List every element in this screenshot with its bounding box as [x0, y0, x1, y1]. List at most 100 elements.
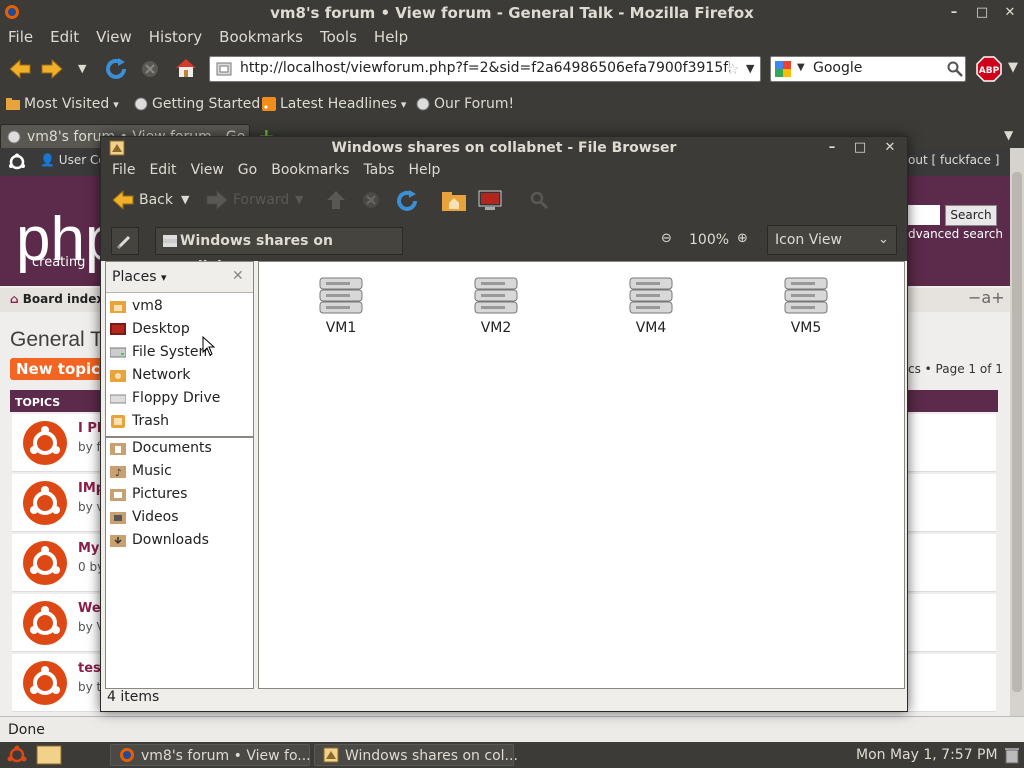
- search-bar[interactable]: ▼ Google: [770, 56, 966, 82]
- bookmark-star-icon[interactable]: ☆: [726, 60, 739, 78]
- menu-bookmarks[interactable]: Bookmarks: [219, 28, 303, 46]
- sidebar-item-documents[interactable]: Documents: [110, 440, 212, 456]
- font-size-control[interactable]: −a+: [968, 288, 1005, 307]
- menu-edit[interactable]: Edit: [149, 162, 176, 178]
- network-share-icon: [784, 277, 828, 314]
- menu-history[interactable]: History: [149, 28, 202, 46]
- places-dropdown[interactable]: Places ▾: [112, 269, 167, 285]
- menu-tools[interactable]: Tools: [320, 28, 357, 46]
- topic-title[interactable]: We: [78, 601, 101, 616]
- pictures-folder-icon: [110, 489, 126, 501]
- sidebar-item-downloads[interactable]: Downloads: [110, 532, 209, 548]
- forward-icon[interactable]: [40, 58, 64, 80]
- zoom-out-icon[interactable]: ⊖: [661, 231, 672, 246]
- search-icon[interactable]: [947, 61, 963, 77]
- back-icon: [112, 189, 134, 211]
- menu-edit[interactable]: Edit: [50, 28, 79, 46]
- menu-help[interactable]: Help: [408, 162, 440, 178]
- sidebar-item-network[interactable]: Network: [110, 367, 190, 383]
- adblock-icon[interactable]: ABP: [976, 56, 1002, 82]
- google-icon[interactable]: [775, 61, 793, 77]
- topic-title[interactable]: My: [78, 541, 99, 556]
- share-vm1[interactable]: VM1: [301, 276, 381, 336]
- url-bar[interactable]: http://localhost/viewforum.php?f=2&sid=f…: [209, 56, 761, 82]
- page-icon: [7, 130, 21, 144]
- zoom-in-icon[interactable]: ⊕: [737, 231, 748, 246]
- taskbar-file-browser[interactable]: Windows shares on col...: [314, 744, 518, 766]
- share-vm5[interactable]: VM5: [766, 276, 846, 336]
- logout-link[interactable]: out [ fuckface ]: [908, 153, 999, 167]
- home-folder-icon[interactable]: [441, 189, 467, 213]
- user-control-link[interactable]: 👤 User Co: [40, 153, 106, 167]
- tab-list-icon[interactable]: ▼: [1004, 128, 1013, 142]
- view-mode-select[interactable]: Icon View ⌄: [767, 225, 897, 255]
- search-engine-dropdown-icon[interactable]: ▼: [797, 62, 805, 73]
- ubuntu-icon: [22, 540, 68, 586]
- search-icon[interactable]: [529, 190, 549, 210]
- search-engine-label[interactable]: Google: [813, 60, 862, 76]
- reload-icon[interactable]: [395, 189, 419, 213]
- sidebar-item-videos[interactable]: Videos: [110, 509, 179, 525]
- site-identity-icon[interactable]: [216, 61, 232, 77]
- menu-view[interactable]: View: [96, 28, 132, 46]
- edit-location-button[interactable]: [111, 227, 139, 255]
- location-path-button[interactable]: Windows shares on collabnet: [155, 227, 403, 275]
- menu-file[interactable]: File: [8, 28, 33, 46]
- advanced-search-link[interactable]: dvanced search: [908, 227, 1003, 241]
- toolbar-overflow-icon[interactable]: ▼: [1008, 60, 1018, 75]
- sidebar-item-vm8[interactable]: vm8: [110, 298, 163, 314]
- menu-help[interactable]: Help: [374, 28, 408, 46]
- bookmark-most-visited[interactable]: Most Visited ▾: [6, 96, 119, 112]
- back-button[interactable]: Back: [111, 189, 173, 211]
- stop-icon[interactable]: [140, 59, 160, 79]
- maximize-icon[interactable]: □: [849, 137, 871, 159]
- home-icon[interactable]: [174, 57, 198, 79]
- menu-file[interactable]: File: [112, 162, 135, 178]
- computer-icon[interactable]: [477, 189, 503, 213]
- bookmark-latest-headlines[interactable]: Latest Headlines ▾: [262, 96, 406, 112]
- minimize-icon[interactable]: –: [942, 0, 966, 26]
- workspace-icon[interactable]: [36, 745, 62, 765]
- show-desktop-icon[interactable]: [6, 745, 28, 765]
- new-topic-button[interactable]: New topic: [10, 358, 107, 380]
- sidebar-item-pictures[interactable]: Pictures: [110, 486, 187, 502]
- back-icon[interactable]: [8, 58, 32, 80]
- icon-view[interactable]: VM1 VM2 VM4 VM5: [258, 261, 905, 689]
- menu-tabs[interactable]: Tabs: [363, 162, 394, 178]
- forum-search-input[interactable]: [908, 205, 940, 225]
- bookmark-our-forum[interactable]: Our Forum!: [416, 96, 514, 112]
- url-text[interactable]: http://localhost/viewforum.php?f=2&sid=f…: [240, 60, 730, 76]
- network-share-icon: [162, 234, 178, 248]
- share-vm4[interactable]: VM4: [611, 276, 691, 336]
- file-browser-menubar: File Edit View Go Bookmarks Tabs Help: [101, 159, 907, 181]
- history-dropdown-icon[interactable]: ▼: [78, 62, 86, 75]
- board-index-link[interactable]: ⌂ Board index: [10, 292, 104, 306]
- trash-icon[interactable]: [1004, 746, 1020, 764]
- close-icon[interactable]: ✕: [879, 137, 901, 159]
- url-dropdown-icon[interactable]: ▼: [746, 62, 754, 75]
- sidebar-item-music[interactable]: ♪ Music: [110, 463, 172, 479]
- sidebar-item-floppy-drive[interactable]: Floppy Drive: [110, 390, 220, 406]
- minimize-icon[interactable]: –: [821, 137, 843, 159]
- close-icon[interactable]: ✕: [998, 0, 1022, 26]
- clock[interactable]: Mon May 1, 7:57 PM: [856, 747, 998, 763]
- menu-view[interactable]: View: [191, 162, 224, 178]
- topic-title[interactable]: I Pl: [78, 421, 101, 436]
- forum-search-button[interactable]: Search: [945, 205, 997, 226]
- maximize-icon[interactable]: □: [970, 0, 994, 26]
- taskbar-firefox[interactable]: vm8's forum • View fo...: [110, 744, 311, 766]
- close-sidebar-icon[interactable]: ✕: [232, 268, 244, 284]
- scrollbar-thumb[interactable]: [1012, 172, 1022, 692]
- reload-icon[interactable]: [104, 57, 128, 81]
- back-history-dropdown-icon[interactable]: ▼: [181, 193, 189, 206]
- menu-bookmarks[interactable]: Bookmarks: [271, 162, 349, 178]
- network-share-icon: [319, 277, 363, 314]
- share-vm2[interactable]: VM2: [456, 276, 536, 336]
- page-scrollbar[interactable]: [1010, 148, 1024, 716]
- bookmark-getting-started[interactable]: Getting Started: [134, 96, 260, 112]
- sidebar-item-file-system[interactable]: File System: [110, 344, 212, 360]
- menu-go[interactable]: Go: [238, 162, 257, 178]
- firefox-icon: [4, 4, 20, 20]
- sidebar-item-desktop[interactable]: Desktop: [110, 321, 190, 337]
- sidebar-item-trash[interactable]: Trash: [110, 413, 169, 429]
